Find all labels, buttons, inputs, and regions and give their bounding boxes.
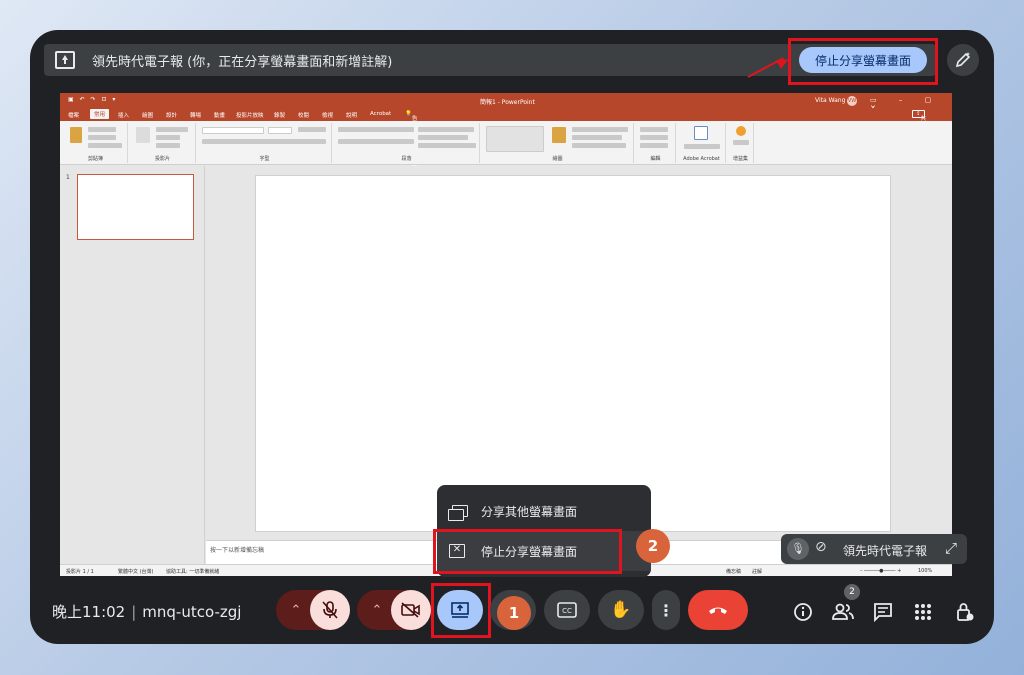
raise-hand-button[interactable]: ✋ <box>598 590 644 630</box>
slide-thumbnail-pane: 1 <box>60 166 205 566</box>
ribbon-group-addins: 增益集 <box>728 123 754 163</box>
ribbon-group-slides: 投影片 <box>130 123 196 163</box>
ppt-tab-animations[interactable]: 動畫 <box>214 111 225 119</box>
step-badge-1: 1 <box>497 596 531 630</box>
mic-toggle-button[interactable] <box>310 590 350 630</box>
camera-off-icon <box>401 602 420 618</box>
status-slide-count: 投影片 1 / 1 <box>66 569 94 575</box>
raise-hand-icon: ✋ <box>610 600 632 620</box>
status-comments[interactable]: 註解 <box>752 568 762 575</box>
meeting-details-button[interactable] <box>790 599 816 625</box>
people-button[interactable] <box>830 599 856 625</box>
chat-icon <box>874 603 892 622</box>
ppt-document-title: 簡報1 - PowerPoint <box>480 99 535 106</box>
ppt-tab-view[interactable]: 檢視 <box>322 111 333 119</box>
status-accessibility[interactable]: 協助工具: 一切準備就緒 <box>166 568 219 575</box>
status-notes[interactable]: 備忘稿 <box>726 568 741 575</box>
ppt-tab-file[interactable]: 檔案 <box>68 111 79 119</box>
captions-button[interactable]: CC <box>544 590 590 630</box>
mic-off-icon <box>322 601 338 619</box>
present-screen-icon <box>55 51 75 69</box>
camera-options-button[interactable]: ⌃ <box>363 590 391 630</box>
meeting-time: 晚上11:02 <box>52 603 126 621</box>
highlight-box-stop-menu <box>433 529 622 574</box>
slide-thumbnail[interactable] <box>77 174 194 240</box>
ppt-title-bar: ▣ ↶ ↷ ⊡ ▾ 簡報1 - PowerPoint Vita Wang VW … <box>60 93 952 112</box>
meeting-code: mnq-utco-zgj <box>142 603 242 621</box>
quick-access-icons: ▣ ↶ ↷ ⊡ ▾ <box>68 96 118 103</box>
highlight-box-stop-top <box>788 38 938 85</box>
ppt-user-avatar: VW <box>847 96 857 106</box>
chat-button[interactable] <box>870 599 896 625</box>
annotate-pen-button[interactable] <box>947 44 979 76</box>
camera-control-group: ⌃ <box>357 590 431 630</box>
expand-icon[interactable]: ⤢ <box>945 539 957 557</box>
end-call-icon <box>709 607 727 614</box>
status-zoom-slider[interactable]: – ─────●──── + <box>860 568 901 574</box>
step-badge-2: 2 <box>636 529 670 563</box>
camera-off-icon: ⊘ <box>815 539 827 555</box>
highlight-box-present <box>431 583 491 638</box>
more-options-button[interactable]: ⋮ <box>652 590 680 630</box>
mic-off-icon: 🎙 <box>787 538 809 560</box>
ppt-tab-help[interactable]: 說明 <box>346 111 357 119</box>
slide-thumbnail-number: 1 <box>66 174 70 181</box>
ppt-tab-acrobat[interactable]: Acrobat <box>370 111 391 117</box>
ppt-ribbon-tabs: 檔案 常用 插入 繪圖 設計 轉場 動畫 投影片放映 錄製 校閱 檢視 說明 A… <box>60 108 952 178</box>
mic-options-button[interactable]: ⌃ <box>282 590 310 630</box>
switch-screen-icon <box>448 505 468 521</box>
chevron-up-icon: ⌃ <box>290 602 302 618</box>
people-icon <box>832 603 854 620</box>
info-icon <box>794 603 812 621</box>
camera-toggle-button[interactable] <box>391 590 431 630</box>
pen-sparkle-icon <box>955 52 971 68</box>
ribbon-group-font: 字型 <box>198 123 332 163</box>
ppt-tab-design[interactable]: 設計 <box>166 111 177 119</box>
activities-button[interactable] <box>910 599 936 625</box>
ppt-tab-slideshow[interactable]: 投影片放映 <box>236 111 264 119</box>
participants-count-badge: 2 <box>844 584 860 600</box>
captions-icon: CC <box>557 602 577 618</box>
ppt-tab-draw[interactable]: 繪圖 <box>142 111 153 119</box>
chevron-up-icon: ⌃ <box>371 602 383 618</box>
ribbon-group-paragraph: 段落 <box>334 123 480 163</box>
menu-share-other-screen[interactable]: 分享其他螢幕畫面 <box>437 491 651 531</box>
host-controls-button[interactable] <box>952 599 978 625</box>
ppt-tab-transitions[interactable]: 轉場 <box>190 111 201 119</box>
more-vert-icon: ⋮ <box>658 600 674 620</box>
ribbon-group-editing: 編輯 <box>636 123 676 163</box>
ppt-search-box[interactable]: 💡 告訴我您想做什麼 <box>405 111 417 178</box>
share-banner-text: 領先時代電子報 (你，正在分享螢幕畫面和新增註解) <box>92 55 393 70</box>
ppt-share-button[interactable]: ⇪ 共用 <box>912 110 926 130</box>
status-language: 繁體中文 (台灣) <box>118 569 154 575</box>
meeting-info: 晚上11:02 | mnq-utco-zgj <box>52 603 242 621</box>
ppt-user-name: Vita Wang <box>815 97 846 104</box>
ppt-ribbon: 剪貼簿 投影片 字型 段落 繪圖 編輯 Adobe Acrobat 增益集 <box>60 121 952 165</box>
ppt-tab-home[interactable]: 常用 <box>90 109 110 119</box>
self-view-tile[interactable]: 🎙 ⊘ 領先時代電子報 ⤢ <box>781 534 967 564</box>
ppt-tab-record[interactable]: 錄製 <box>274 111 285 119</box>
slide-canvas[interactable] <box>255 175 891 532</box>
ribbon-group-drawing: 繪圖 <box>482 123 634 163</box>
ppt-tab-insert[interactable]: 插入 <box>118 111 129 119</box>
ribbon-group-acrobat: Adobe Acrobat <box>678 123 726 163</box>
mic-control-group: ⌃ <box>276 590 350 630</box>
svg-text:CC: CC <box>562 607 572 615</box>
ribbon-group-clipboard: 剪貼簿 <box>64 123 128 163</box>
menu-share-other-label: 分享其他螢幕畫面 <box>481 505 578 519</box>
leave-call-button[interactable] <box>688 590 748 630</box>
apps-grid-icon <box>915 604 931 620</box>
lock-person-icon <box>957 603 974 621</box>
self-view-name: 領先時代電子報 <box>843 544 928 558</box>
status-zoom: 100% <box>918 568 933 574</box>
ppt-tab-review[interactable]: 校閱 <box>298 111 309 119</box>
